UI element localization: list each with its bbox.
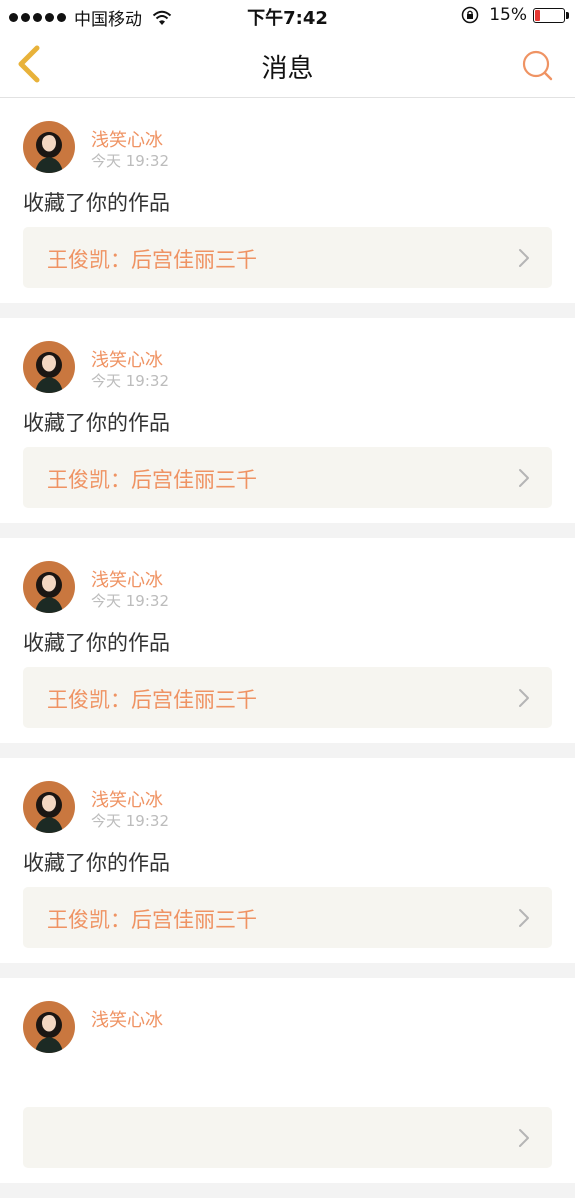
avatar[interactable] bbox=[23, 1001, 75, 1053]
chevron-right-icon bbox=[519, 909, 529, 927]
work-link[interactable]: 王俊凯：后宫佳丽三千 bbox=[23, 667, 552, 728]
action-text: 收藏了你的作品 bbox=[23, 631, 170, 655]
message-time: 今天 19:32 bbox=[91, 372, 169, 390]
action-text: 收藏了你的作品 bbox=[23, 411, 170, 435]
battery-percent: 15% bbox=[489, 5, 527, 25]
message-card: 浅笑心冰 今天 19:32 收藏了你的作品 王俊凯：后宫佳丽三千 bbox=[0, 758, 575, 963]
chevron-right-icon bbox=[519, 1129, 529, 1147]
message-card: 浅笑心冰 今天 19:32 收藏了你的作品 王俊凯：后宫佳丽三千 bbox=[0, 538, 575, 743]
search-icon[interactable] bbox=[519, 47, 555, 83]
avatar[interactable] bbox=[23, 121, 75, 173]
status-right: 15% bbox=[461, 5, 569, 25]
chevron-right-icon bbox=[519, 689, 529, 707]
avatar[interactable] bbox=[23, 561, 75, 613]
work-link[interactable]: 王俊凯：后宫佳丽三千 bbox=[23, 227, 552, 288]
message-list: 浅笑心冰 今天 19:32 收藏了你的作品 王俊凯：后宫佳丽三千 浅笑心冰 今天… bbox=[0, 98, 575, 1198]
user-name[interactable]: 浅笑心冰 bbox=[91, 1006, 163, 1032]
battery-icon bbox=[533, 7, 569, 23]
page-title: 消息 bbox=[261, 54, 314, 84]
user-name[interactable]: 浅笑心冰 bbox=[91, 126, 163, 152]
work-title: 王俊凯：后宫佳丽三千 bbox=[47, 908, 257, 932]
message-card: 浅笑心冰 今天 19:32 收藏了你的作品 王俊凯：后宫佳丽三千 bbox=[0, 318, 575, 523]
avatar[interactable] bbox=[23, 341, 75, 393]
navigation-bar: 消息 bbox=[0, 32, 575, 98]
avatar[interactable] bbox=[23, 781, 75, 833]
orientation-lock-icon bbox=[461, 6, 479, 24]
work-title: 王俊凯：后宫佳丽三千 bbox=[47, 468, 257, 492]
chevron-right-icon bbox=[519, 249, 529, 267]
battery-fill bbox=[535, 9, 540, 21]
message-card: 浅笑心冰 今天 19:32 收藏了你的作品 王俊凯：后宫佳丽三千 bbox=[0, 98, 575, 303]
work-link[interactable] bbox=[23, 1107, 552, 1168]
message-time: 今天 19:32 bbox=[91, 152, 169, 170]
work-title: 王俊凯：后宫佳丽三千 bbox=[47, 688, 257, 712]
work-link[interactable]: 王俊凯：后宫佳丽三千 bbox=[23, 447, 552, 508]
message-card: 浅笑心冰 bbox=[0, 978, 575, 1183]
message-time: 今天 19:32 bbox=[91, 812, 169, 830]
user-name[interactable]: 浅笑心冰 bbox=[91, 786, 163, 812]
message-time: 今天 19:32 bbox=[91, 592, 169, 610]
chevron-right-icon bbox=[519, 469, 529, 487]
action-text: 收藏了你的作品 bbox=[23, 191, 170, 215]
user-name[interactable]: 浅笑心冰 bbox=[91, 566, 163, 592]
user-name[interactable]: 浅笑心冰 bbox=[91, 346, 163, 372]
status-bar: 中国移动 下午7:42 15% bbox=[0, 0, 575, 32]
work-title: 王俊凯：后宫佳丽三千 bbox=[47, 248, 257, 272]
action-text: 收藏了你的作品 bbox=[23, 851, 170, 875]
work-link[interactable]: 王俊凯：后宫佳丽三千 bbox=[23, 887, 552, 948]
